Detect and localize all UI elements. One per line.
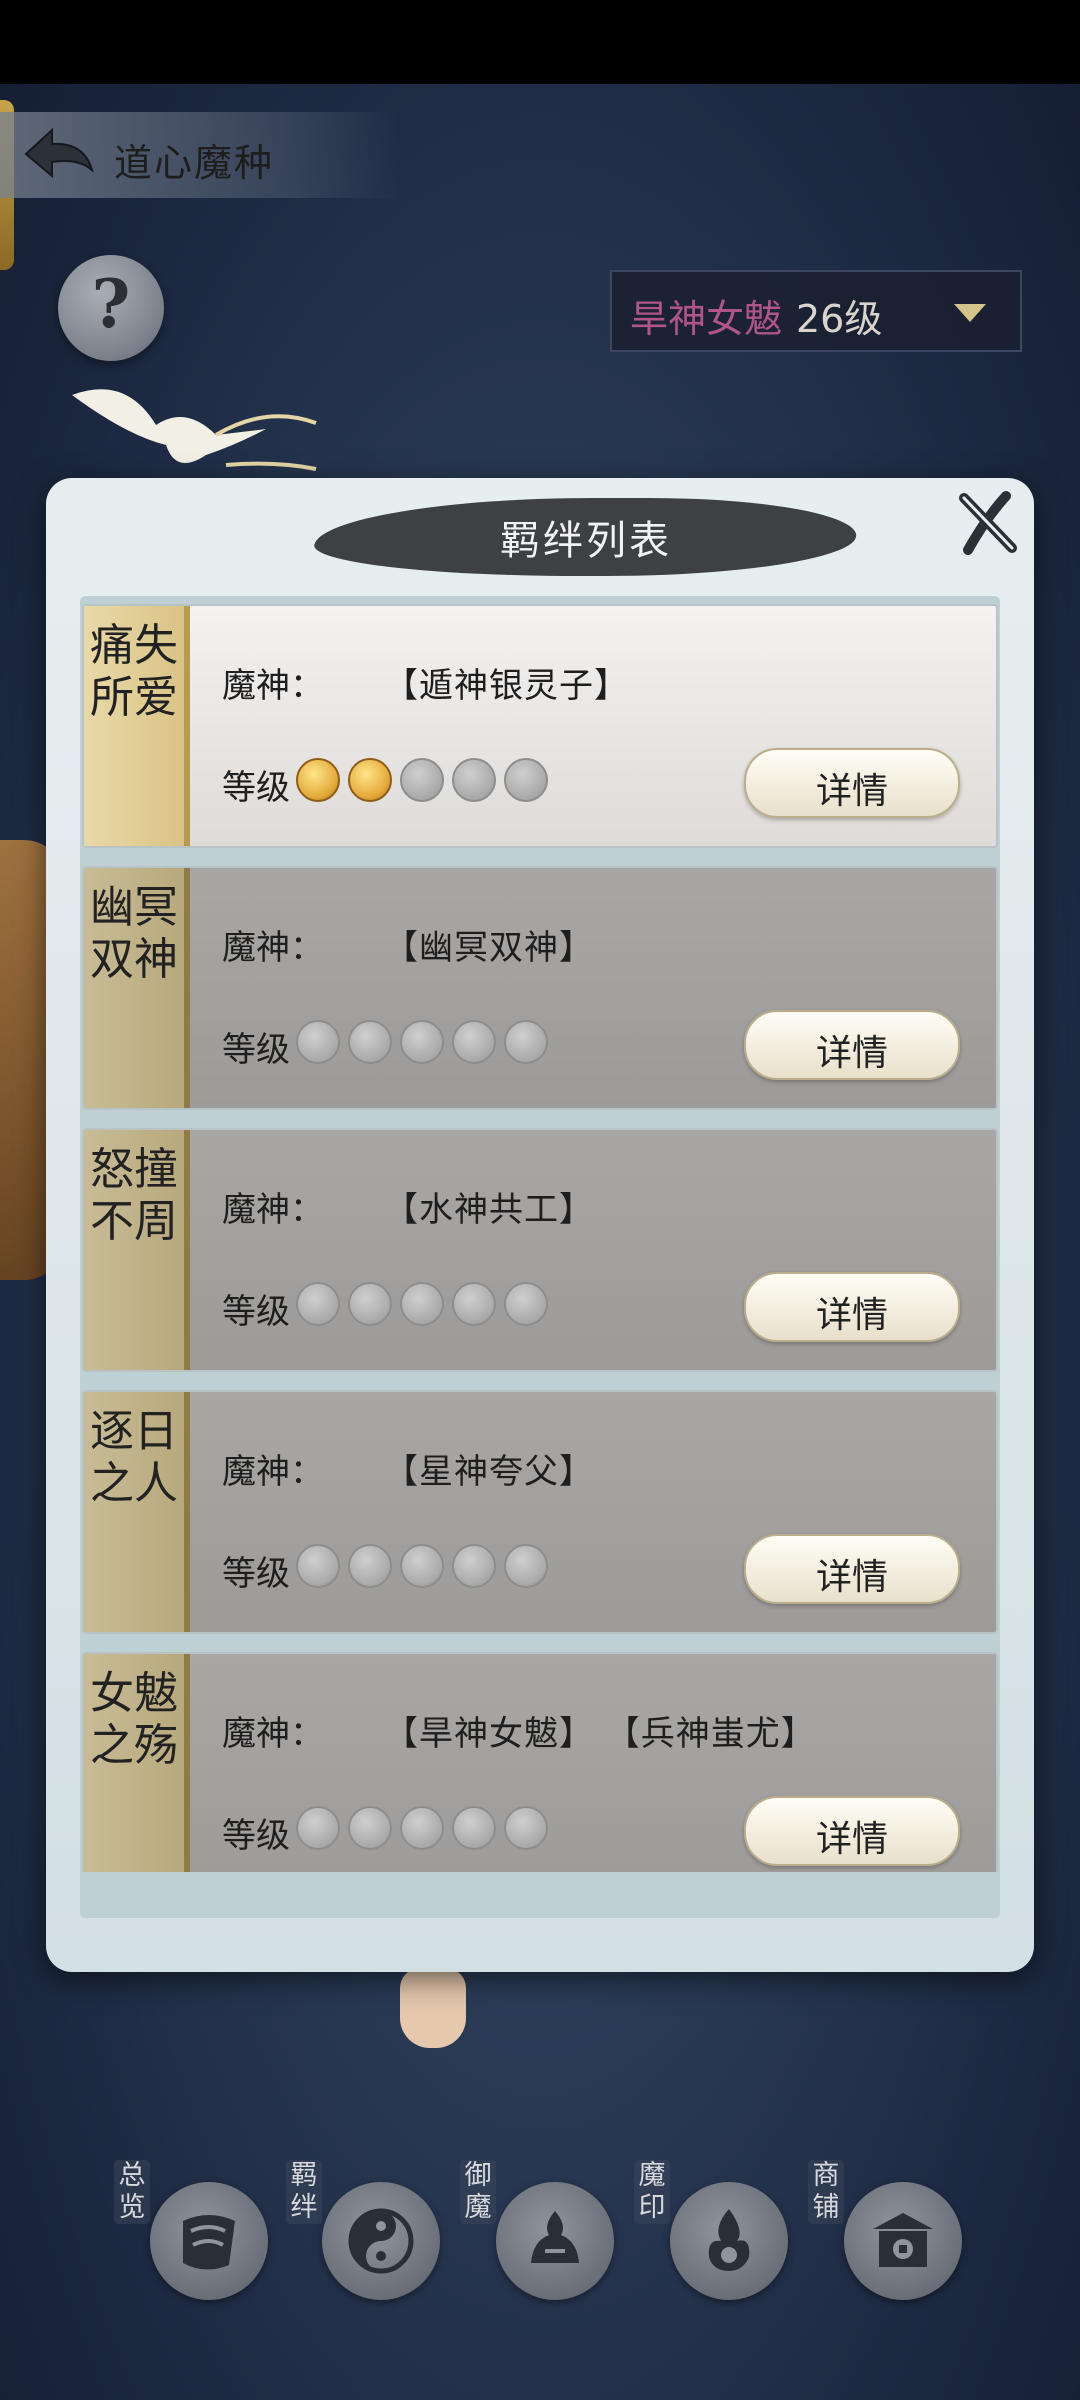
- nav-label: 商铺: [808, 2160, 844, 2224]
- level-dot-empty: [452, 1020, 496, 1064]
- crane-decoration-icon: [72, 389, 317, 471]
- god-label: 魔神：: [222, 1452, 324, 1492]
- close-button[interactable]: [956, 488, 1020, 558]
- level-dot-empty: [348, 1282, 392, 1326]
- god-label: 魔神：: [222, 1190, 324, 1230]
- god-label: 魔神：: [222, 1714, 324, 1754]
- detail-button-label: 详情: [815, 1295, 888, 1336]
- flame-seal-icon: [670, 2182, 788, 2300]
- yin-yang-icon: [322, 2182, 440, 2300]
- level-dot-empty: [452, 758, 496, 802]
- detail-button-label: 详情: [815, 1819, 888, 1860]
- level-dot-empty: [504, 1544, 548, 1588]
- level-dot-empty: [452, 1544, 496, 1588]
- level-dot-empty: [504, 1282, 548, 1326]
- nav-demon-seal[interactable]: 魔印: [634, 2160, 788, 2310]
- nav-label: 总览: [114, 2160, 150, 2224]
- level-dot-empty: [296, 1282, 340, 1326]
- god-names: 【星神夸父】: [384, 1452, 594, 1492]
- help-button[interactable]: ?: [58, 255, 164, 361]
- bond-card: 女魃之殇 魔神： 【旱神女魃】 【兵神蚩尤】 等级 详情: [82, 1652, 998, 1872]
- bottom-nav: 总览 羁绊 御魔 魔印 商铺: [0, 2140, 1080, 2330]
- bond-list-dialog: 羁绊列表 痛失所爱 魔神： 【遁神银灵子】 等级 详情 幽冥双神 魔神： 【幽冥…: [46, 478, 1034, 1972]
- detail-button[interactable]: 详情: [744, 1272, 960, 1342]
- bond-name: 幽冥双神: [90, 882, 178, 985]
- level-dot-empty: [400, 1282, 444, 1326]
- dialog-title: 羁绊列表: [500, 518, 672, 564]
- level-dot-empty: [400, 1020, 444, 1064]
- detail-button[interactable]: 详情: [744, 1796, 960, 1866]
- level-dot-empty: [504, 1020, 548, 1064]
- question-mark-icon: ?: [91, 265, 131, 343]
- detail-button-label: 详情: [815, 771, 888, 812]
- level-label: 等级: [222, 1030, 290, 1070]
- level-dot-filled: [296, 758, 340, 802]
- back-button[interactable]: [18, 120, 98, 190]
- nav-label: 魔印: [634, 2160, 670, 2224]
- page-title: 道心魔种: [114, 141, 275, 185]
- nav-control-demon[interactable]: 御魔: [460, 2160, 614, 2310]
- bond-name: 逐日之人: [90, 1406, 178, 1509]
- detail-button-label: 详情: [815, 1033, 888, 1074]
- chevron-down-icon: [954, 304, 986, 322]
- level-dot-empty: [296, 1544, 340, 1588]
- level-dot-empty: [400, 1806, 444, 1850]
- god-label: 魔神：: [222, 666, 324, 706]
- bond-name-tag: 怒撞不周: [84, 1130, 190, 1370]
- scroll-icon: [150, 2182, 268, 2300]
- nav-bonds[interactable]: 羁绊: [286, 2160, 440, 2310]
- bond-name-tag: 幽冥双神: [84, 868, 190, 1108]
- nav-label: 羁绊: [286, 2160, 322, 2224]
- bond-name: 怒撞不周: [90, 1144, 178, 1247]
- level-label: 等级: [222, 1554, 290, 1594]
- nav-overview[interactable]: 总览: [114, 2160, 268, 2310]
- top-bar: 道心魔种: [0, 112, 400, 198]
- level-dot-empty: [504, 1806, 548, 1850]
- detail-button[interactable]: 详情: [744, 1534, 960, 1604]
- nav-label: 御魔: [460, 2160, 496, 2224]
- demon-icon: [496, 2182, 614, 2300]
- level-label: 等级: [222, 1816, 290, 1856]
- bond-card: 幽冥双神 魔神： 【幽冥双神】 等级 详情: [82, 866, 998, 1110]
- background-character-foot: [400, 1968, 466, 2048]
- selected-character-name: 旱神女魃: [630, 297, 783, 341]
- shop-icon: [844, 2182, 962, 2300]
- bond-card: 逐日之人 魔神： 【星神夸父】 等级 详情: [82, 1390, 998, 1634]
- level-dot-empty: [504, 758, 548, 802]
- level-dot-empty: [400, 758, 444, 802]
- selected-character-level: 26级: [796, 297, 883, 341]
- bond-card: 痛失所爱 魔神： 【遁神银灵子】 等级 详情: [82, 604, 998, 848]
- level-dot-empty: [348, 1020, 392, 1064]
- level-dot-empty: [296, 1806, 340, 1850]
- detail-button-label: 详情: [815, 1557, 888, 1598]
- close-icon: [959, 491, 1017, 555]
- god-label: 魔神：: [222, 928, 324, 968]
- bond-name-tag: 女魃之殇: [84, 1654, 190, 1872]
- level-dot-filled: [348, 758, 392, 802]
- level-dot-empty: [348, 1806, 392, 1850]
- status-bar: [0, 0, 1080, 84]
- bond-name: 痛失所爱: [90, 620, 178, 723]
- bond-name: 女魃之殇: [90, 1668, 178, 1771]
- back-arrow-icon: [24, 127, 94, 179]
- bond-list[interactable]: 痛失所爱 魔神： 【遁神银灵子】 等级 详情 幽冥双神 魔神： 【幽冥双神】 等…: [82, 604, 998, 1872]
- bond-card: 怒撞不周 魔神： 【水神共工】 等级 详情: [82, 1128, 998, 1372]
- bond-name-tag: 痛失所爱: [84, 606, 190, 846]
- god-names: 【幽冥双神】: [384, 928, 594, 968]
- god-names: 【旱神女魃】 【兵神蚩尤】: [384, 1714, 816, 1754]
- level-label: 等级: [222, 768, 290, 808]
- level-dot-empty: [452, 1282, 496, 1326]
- character-selector[interactable]: 旱神女魃 26级: [610, 270, 1022, 352]
- god-names: 【水神共工】: [384, 1190, 594, 1230]
- level-label: 等级: [222, 1292, 290, 1332]
- detail-button[interactable]: 详情: [744, 1010, 960, 1080]
- nav-shop[interactable]: 商铺: [808, 2160, 962, 2310]
- detail-button[interactable]: 详情: [744, 748, 960, 818]
- god-names: 【遁神银灵子】: [384, 666, 629, 706]
- level-dot-empty: [348, 1544, 392, 1588]
- level-dot-empty: [296, 1020, 340, 1064]
- level-dot-empty: [400, 1544, 444, 1588]
- bond-name-tag: 逐日之人: [84, 1392, 190, 1632]
- level-dot-empty: [452, 1806, 496, 1850]
